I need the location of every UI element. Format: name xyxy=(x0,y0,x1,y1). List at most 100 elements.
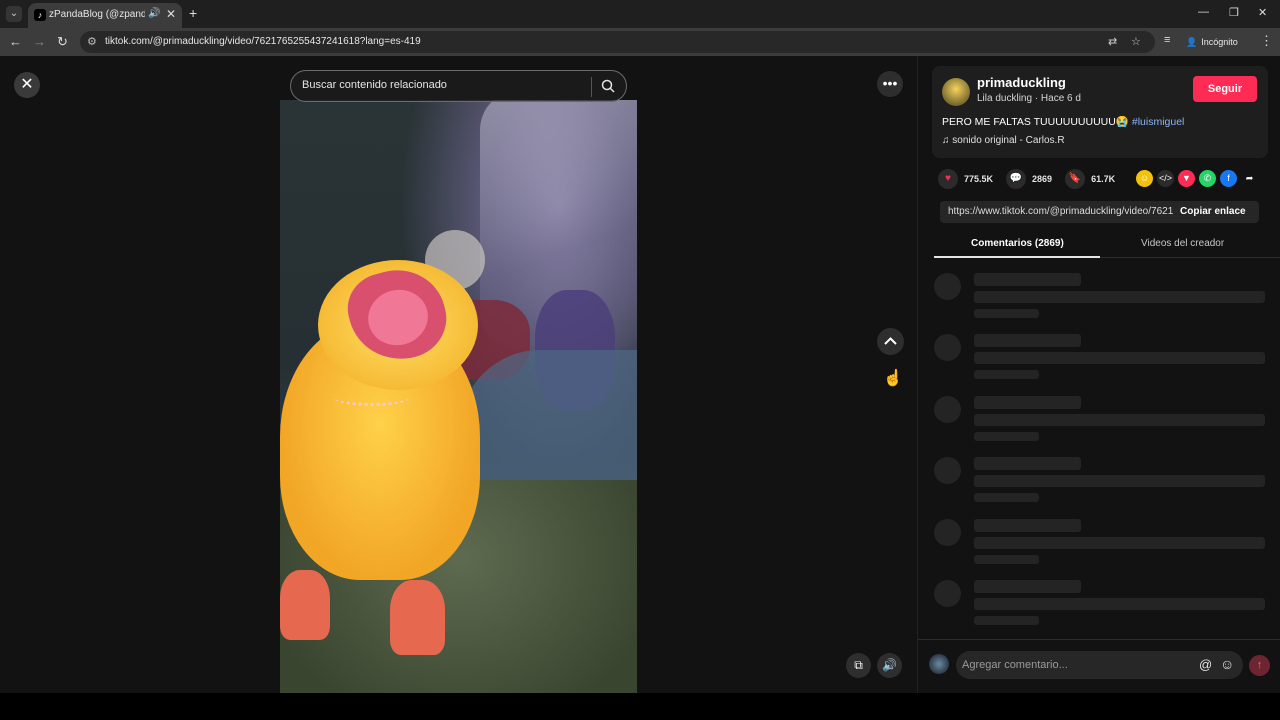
more-icon[interactable]: ••• xyxy=(877,71,903,97)
save-count: 61.7K xyxy=(1091,174,1116,184)
friends-share-icon[interactable]: ☺ xyxy=(1136,170,1153,187)
browser-menu-icon[interactable]: ⋮ xyxy=(1260,33,1273,49)
bookmark-icon: 🔖 xyxy=(1065,169,1086,189)
skeleton-line xyxy=(974,598,1265,610)
taskbar-strip xyxy=(0,693,1280,720)
comment-composer: Agregar comentario... @ ☺ ↑ xyxy=(918,639,1280,693)
skeleton-avatar xyxy=(934,519,961,546)
embed-code-icon[interactable]: </> xyxy=(1157,170,1174,187)
url-text[interactable]: tiktok.com/@primaduckling/video/76217652… xyxy=(105,36,421,47)
skeleton-avatar xyxy=(934,580,961,607)
browser-toolbar: ← → ↻ ⚙ tiktok.com/@primaduckling/video/… xyxy=(0,28,1280,56)
search-input[interactable]: Buscar contenido relacionado xyxy=(302,79,447,91)
at-icon[interactable]: @ xyxy=(1199,657,1212,672)
window-close-icon[interactable]: ✕ xyxy=(1258,6,1267,19)
like-button[interactable]: ♥ 775.5K xyxy=(938,169,993,189)
incognito-indicator[interactable]: 👤 Incógnito xyxy=(1186,34,1238,50)
send-icon[interactable]: ↑ xyxy=(1249,655,1270,676)
skeleton-line xyxy=(974,309,1039,318)
hand-cursor-icon: ☝ xyxy=(883,370,903,387)
duck-foot xyxy=(280,570,330,640)
minimize-icon[interactable]: — xyxy=(1198,6,1209,18)
avatar[interactable] xyxy=(942,78,970,106)
comment-skeleton xyxy=(934,519,1268,569)
share-options: ☺ </> ▼ ✆ f ➦ xyxy=(1136,170,1258,187)
tab-creator-videos[interactable]: Videos del creador xyxy=(1141,238,1224,249)
audio-playing-icon[interactable]: 🔊 xyxy=(148,8,160,19)
related-search-box[interactable]: Buscar contenido relacionado xyxy=(290,70,627,102)
skeleton-line xyxy=(974,457,1081,470)
follow-button[interactable]: Seguir xyxy=(1193,76,1257,102)
skeleton-line xyxy=(974,519,1081,532)
comment-skeleton xyxy=(934,580,1268,630)
post-subline: Lila duckling · Hace 6 d xyxy=(977,93,1081,104)
skeleton-line xyxy=(974,432,1039,441)
copy-link-button[interactable]: Copiar enlace xyxy=(1180,206,1246,217)
incognito-icon: 👤 xyxy=(1186,36,1198,47)
save-button[interactable]: 🔖 61.7K xyxy=(1065,169,1115,189)
search-divider xyxy=(591,77,592,97)
previous-video-button[interactable] xyxy=(877,328,904,355)
share-arrow-icon[interactable]: ➦ xyxy=(1241,170,1258,187)
skeleton-line xyxy=(974,493,1039,502)
skeleton-line xyxy=(974,370,1039,379)
comment-skeleton xyxy=(934,334,1268,384)
skeleton-line xyxy=(974,414,1265,426)
tiktok-favicon-icon: ♪ xyxy=(34,9,46,21)
tab-title: zPandaBlog (@zpandablog xyxy=(49,9,145,20)
comment-skeleton xyxy=(934,457,1268,507)
sound-name[interactable]: sonido original - Carlos.R xyxy=(952,135,1064,146)
back-icon[interactable]: ← xyxy=(9,34,22,49)
emoji-icon[interactable]: ☺ xyxy=(1220,656,1234,672)
hashtag-link[interactable]: #luismiguel xyxy=(1132,116,1185,128)
facebook-icon[interactable]: f xyxy=(1220,170,1237,187)
skeleton-line xyxy=(974,475,1265,487)
sound-info[interactable]: ♫ sonido original - Carlos.R xyxy=(942,135,1065,146)
duck-necklace xyxy=(334,390,409,406)
panel-tabs: Comentarios (2869) Videos del creador xyxy=(934,234,1280,258)
post-info-card: primaduckling Lila duckling · Hace 6 d S… xyxy=(932,66,1268,158)
skeleton-avatar xyxy=(934,396,961,423)
skeleton-avatar xyxy=(934,457,961,484)
close-icon[interactable]: ✕ xyxy=(14,72,40,98)
send-to-friends-icon[interactable]: ▼ xyxy=(1178,170,1195,187)
tiktok-video-page: ✕ Buscar contenido relacionado ••• ☝ ⧉ 🔊 xyxy=(0,56,1280,693)
comment-placeholder[interactable]: Agregar comentario... xyxy=(962,659,1068,671)
tab-comments[interactable]: Comentarios (2869) xyxy=(971,238,1064,249)
username[interactable]: primaduckling xyxy=(977,75,1066,90)
share-link-text[interactable]: https://www.tiktok.com/@primaduckling/vi… xyxy=(948,206,1173,217)
chevron-up-icon xyxy=(884,337,897,345)
video-details-panel: primaduckling Lila duckling · Hace 6 d S… xyxy=(917,56,1280,693)
address-bar[interactable]: ⚙ tiktok.com/@primaduckling/video/762176… xyxy=(80,31,1155,53)
music-note-icon: ♫ xyxy=(942,135,950,146)
skeleton-line xyxy=(974,273,1081,286)
floating-player-icon[interactable]: ⧉ xyxy=(846,653,871,678)
comment-input[interactable]: Agregar comentario... @ ☺ xyxy=(956,651,1243,679)
avatar xyxy=(929,654,949,674)
restore-icon[interactable]: ❐ xyxy=(1229,6,1239,19)
reload-icon[interactable]: ↻ xyxy=(57,34,68,50)
caption-text: PERO ME FALTAS TUUUUUUUUUU😭 xyxy=(942,116,1129,128)
volume-icon[interactable]: 🔊 xyxy=(877,653,902,678)
comment-button[interactable]: 💬 2869 xyxy=(1006,169,1052,189)
browser-tab-bar: ⌄ ♪ zPandaBlog (@zpandablog 🔊 ✕ + — ❐ ✕ xyxy=(0,0,1280,28)
search-icon[interactable] xyxy=(600,78,616,94)
new-tab-button[interactable]: + xyxy=(189,5,197,21)
comment-skeleton xyxy=(934,396,1268,446)
site-info-icon[interactable]: ⚙ xyxy=(87,35,97,48)
tab-list-button[interactable]: ⌄ xyxy=(6,6,22,22)
bookmark-star-icon[interactable]: ☆ xyxy=(1131,35,1141,48)
browser-tab[interactable]: ♪ zPandaBlog (@zpandablog 🔊 ✕ xyxy=(28,3,182,28)
skeleton-line xyxy=(974,555,1039,564)
post-caption: PERO ME FALTAS TUUUUUUUUUU😭 #luismiguel xyxy=(942,115,1184,128)
skeleton-line xyxy=(974,537,1265,549)
video-player[interactable] xyxy=(280,100,637,693)
whatsapp-icon[interactable]: ✆ xyxy=(1199,170,1216,187)
skeleton-line xyxy=(974,616,1039,625)
tab-close-icon[interactable]: ✕ xyxy=(166,7,176,21)
forward-icon[interactable]: → xyxy=(33,34,46,49)
like-count: 775.5K xyxy=(964,174,994,184)
translate-icon[interactable]: ⇄ xyxy=(1108,35,1117,48)
media-control-icon[interactable]: ≡ xyxy=(1164,34,1170,46)
comment-icon: 💬 xyxy=(1006,169,1027,189)
